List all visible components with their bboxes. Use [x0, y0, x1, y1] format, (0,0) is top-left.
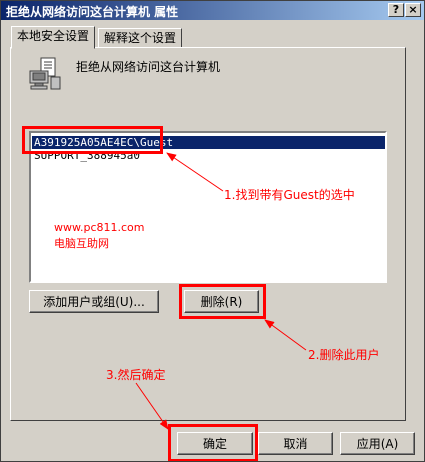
- policy-document-icon: [29, 57, 63, 94]
- close-button[interactable]: ×: [405, 3, 421, 17]
- step2-label: 2.删除此用户: [308, 348, 380, 362]
- watermark-site-name: 电脑互助网: [54, 237, 109, 250]
- help-button[interactable]: ?: [388, 3, 404, 17]
- properties-dialog: 拒绝从网络访问这台计算机 属性 ? × 本地安全设置 解释这个设置 拒绝从网络访…: [0, 0, 425, 462]
- step1-label: 1.找到带有Guest的选中: [224, 188, 355, 202]
- tab-explain-setting[interactable]: 解释这个设置: [98, 28, 183, 48]
- tab-local-security-setting[interactable]: 本地安全设置: [11, 26, 96, 49]
- watermark-url: www.pc811.com: [54, 221, 145, 234]
- add-user-or-group-button[interactable]: 添加用户或组(U)...: [29, 290, 159, 313]
- cancel-button[interactable]: 取消: [258, 432, 333, 455]
- step3-label: 3.然后确定: [106, 368, 166, 382]
- user-group-list[interactable]: A391925A05AE4EC\Guest SUPPORT_388945a0: [29, 131, 387, 283]
- ok-button[interactable]: 确定: [177, 432, 253, 455]
- window-title: 拒绝从网络访问这台计算机 属性: [6, 5, 179, 19]
- apply-button[interactable]: 应用(A): [340, 432, 415, 455]
- list-item-guest[interactable]: A391925A05AE4EC\Guest: [32, 136, 385, 149]
- list-item-support[interactable]: SUPPORT_388945a0: [32, 149, 142, 162]
- policy-heading: 拒绝从网络访问这台计算机: [76, 60, 221, 74]
- remove-button[interactable]: 删除(R): [184, 290, 259, 313]
- title-bar[interactable]: 拒绝从网络访问这台计算机 属性 ? ×: [1, 1, 424, 20]
